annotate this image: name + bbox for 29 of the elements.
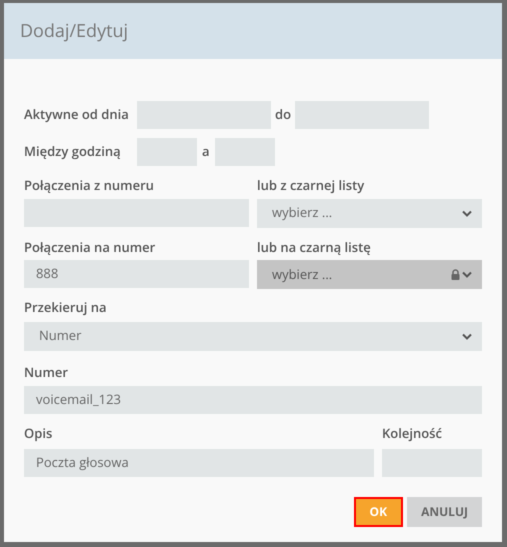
field-label: lub z czarnej listy xyxy=(257,176,366,196)
select-field[interactable]: wybierz ... xyxy=(257,198,482,228)
text-field[interactable] xyxy=(382,448,482,476)
text-field[interactable]: 888 xyxy=(24,260,249,288)
field-label: Między godziną xyxy=(24,142,122,162)
text-field[interactable] xyxy=(214,138,275,166)
text-field[interactable] xyxy=(24,198,249,226)
select-field[interactable]: Numer xyxy=(24,322,482,350)
field-label: Połączenia na numer xyxy=(24,238,156,257)
dialog-title: Dodaj/Edytuj xyxy=(20,18,128,44)
field-label: Aktywne od dnia xyxy=(24,104,130,124)
text-field[interactable]: voicemail_123 xyxy=(24,386,482,414)
field-label: Opis xyxy=(24,424,54,444)
text-field[interactable] xyxy=(137,138,197,166)
chevron-down-icon xyxy=(462,332,472,340)
field-label: Kolejność xyxy=(382,424,443,444)
lock-icon xyxy=(451,269,460,280)
text-field[interactable]: Poczta głosowa xyxy=(24,448,374,476)
cancel-button[interactable]: ANULUJ xyxy=(407,496,482,526)
field-label: lub na czarną listę xyxy=(257,238,372,257)
text-field[interactable] xyxy=(295,100,430,128)
range-separator: do xyxy=(275,104,292,124)
chevron-down-icon xyxy=(462,210,472,216)
field-label: Przekieruj na xyxy=(24,298,108,318)
chevron-down-icon xyxy=(462,271,472,278)
field-label: Numer xyxy=(24,362,69,382)
range-separator: a xyxy=(202,142,210,162)
text-field[interactable] xyxy=(137,100,271,128)
field-label: Połączenia z numeru xyxy=(24,176,155,196)
